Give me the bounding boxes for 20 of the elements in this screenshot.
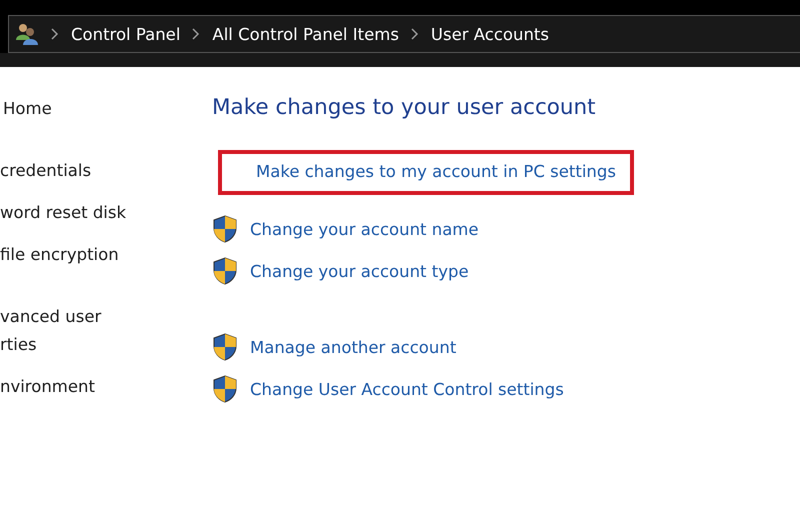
sidebar-link[interactable]: credentials	[0, 157, 92, 185]
sidebar-link[interactable]: file encryption	[0, 241, 119, 269]
task-link[interactable]: Change your account name	[250, 220, 479, 238]
sidebar-link[interactable]: nvironment	[0, 373, 95, 401]
address-bar[interactable]: Control Panel All Control Panel Items User Accounts	[8, 15, 800, 53]
task-link[interactable]: Manage another account	[250, 338, 456, 356]
sidebar-link[interactable]: vanced user rties	[0, 303, 102, 359]
breadcrumb-item[interactable]: Control Panel	[71, 24, 180, 44]
chevron-icon	[192, 28, 200, 40]
breadcrumb-item[interactable]: User Accounts	[430, 24, 549, 44]
sidebar-link[interactable]: Home	[3, 95, 52, 123]
task-link[interactable]: Change your account type	[250, 262, 469, 280]
chevron-icon	[51, 28, 59, 40]
users-icon	[15, 22, 39, 46]
page-title: Make changes to your user account	[212, 95, 597, 120]
sidebar-link[interactable]: word reset disk	[0, 199, 126, 227]
breadcrumb-item[interactable]: All Control Panel Items	[212, 24, 399, 44]
chevron-icon	[410, 28, 419, 40]
task-link[interactable]: Change User Account Control settings	[250, 380, 564, 398]
highlighted-link[interactable]: Make changes to my account in PC settings	[218, 150, 634, 195]
